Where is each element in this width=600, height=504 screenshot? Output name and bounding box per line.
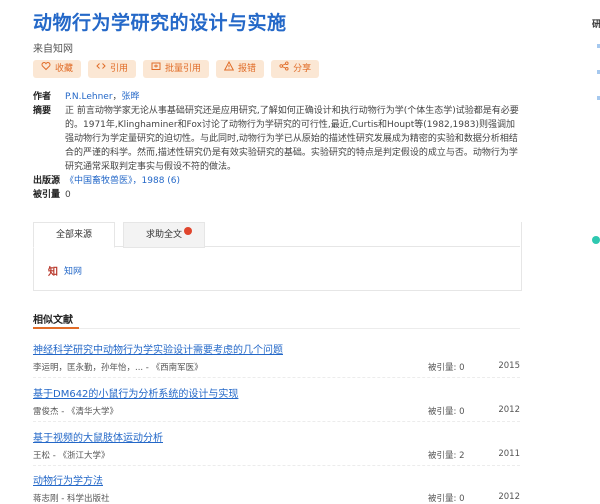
cited-label: 被引量	[33, 190, 61, 200]
list-item: 基于DM642的小鼠行为分析系统的设计与实现 雷俊杰 - 《清华大学》 被引量:…	[33, 385, 520, 422]
article-meta: 作者 P.N.Lehner，张晔 摘要 正 前言动物学家无论从事基础研究还是应用…	[33, 90, 523, 202]
author-row: 作者 P.N.Lehner，张晔	[33, 90, 523, 104]
tab-request-fulltext[interactable]: 求助全文	[123, 222, 205, 248]
related-cited: 被引量: 0	[428, 494, 465, 504]
author-link[interactable]: 张晔	[122, 92, 140, 102]
favorite-button[interactable]: 收藏	[33, 60, 82, 78]
share-button[interactable]: 分享	[271, 60, 320, 78]
list-item: 基于视频的大鼠肢体运动分析 王松 - 《浙江大学》 被引量: 2 2011	[33, 429, 520, 466]
batch-icon	[151, 60, 161, 78]
abstract-text: 正 前言动物学家无论从事基础研究还是应用研究,了解如何正确设计和执行动物行为学(…	[65, 106, 519, 172]
feedback-float-icon[interactable]	[592, 236, 600, 244]
list-item: 神经科学研究中动物行为学实验设计需要考虑的几个问题 李运明，匡永勤，孙年怡，..…	[33, 341, 520, 378]
source-item-label[interactable]: 知网	[64, 264, 82, 277]
heart-icon	[41, 60, 51, 78]
list-item: 动物行为学方法 蒋志刚 - 科学出版社 被引量: 0 2012	[33, 472, 520, 504]
cite-button[interactable]: 引用	[88, 60, 137, 78]
author-link[interactable]: P.N.Lehner	[65, 92, 113, 102]
cited-value: 0	[65, 190, 71, 200]
related-cited: 被引量: 0	[428, 363, 465, 373]
related-title-link[interactable]: 基于视频的大鼠肢体运动分析	[33, 429, 520, 444]
related-authors: 李运明，匡永勤，孙年怡，... - 《西南军医》	[33, 363, 203, 373]
abstract-row: 摘要 正 前言动物学家无论从事基础研究还是应用研究,了解如何正确设计和执行动物行…	[33, 104, 523, 174]
code-icon	[96, 60, 106, 78]
tab-all-sources[interactable]: 全部来源	[33, 222, 115, 248]
warning-icon	[223, 60, 235, 78]
related-year: 2015	[498, 361, 520, 371]
batch-cite-label: 批量引用	[165, 64, 202, 74]
related-heading: 相似文献	[33, 315, 73, 326]
publication-label: 出版源	[33, 176, 61, 186]
related-year: 2011	[498, 449, 520, 459]
related-title-link[interactable]: 基于DM642的小鼠行为分析系统的设计与实现	[33, 385, 520, 400]
cite-label: 引用	[110, 64, 129, 74]
related-authors: 王松 - 《浙江大学》	[33, 451, 110, 461]
related-title-link[interactable]: 动物行为学方法	[33, 472, 520, 487]
related-authors: 蒋志刚 - 科学出版社	[33, 494, 110, 504]
cnki-logo-icon: 知	[48, 267, 58, 278]
related-heading-underline	[33, 327, 79, 329]
abstract-label: 摘要	[33, 106, 52, 116]
related-cited: 被引量: 2	[428, 451, 465, 461]
tab-request-fulltext-label: 求助全文	[145, 230, 182, 240]
publication-detail: ，1988 (6)	[132, 176, 181, 186]
cited-row: 被引量 0	[33, 188, 523, 202]
report-error-label: 报错	[238, 64, 257, 74]
author-separator: ，	[112, 92, 122, 102]
related-cited: 被引量: 0	[428, 407, 465, 417]
favorite-label: 收藏	[55, 64, 74, 74]
share-icon	[279, 60, 289, 78]
notification-badge	[184, 227, 192, 235]
publication-row: 出版源 《中国畜牧兽医》，1988 (6)	[33, 174, 523, 188]
author-label: 作者	[33, 92, 52, 102]
related-year: 2012	[498, 405, 520, 415]
related-year: 2012	[498, 492, 520, 502]
source-tabs: 全部来源 求助全文	[33, 222, 205, 248]
related-authors: 雷俊杰 - 《清华大学》	[33, 407, 118, 417]
related-title-link[interactable]: 神经科学研究中动物行为学实验设计需要考虑的几个问题	[33, 341, 520, 356]
action-bar: 收藏 引用 批量引用 报错 分享	[33, 60, 320, 78]
batch-cite-button[interactable]: 批量引用	[143, 60, 210, 78]
source-item-cnki[interactable]: 知 知网	[48, 263, 82, 278]
sidebar-title: 研	[592, 20, 600, 30]
article-source: 来自知网	[33, 44, 73, 55]
related-divider	[33, 328, 520, 329]
report-error-button[interactable]: 报错	[216, 60, 265, 78]
article-title: 动物行为学研究的设计与实施	[33, 12, 287, 34]
journal-link[interactable]: 《中国畜牧兽医》	[65, 176, 133, 186]
share-label: 分享	[293, 64, 312, 74]
